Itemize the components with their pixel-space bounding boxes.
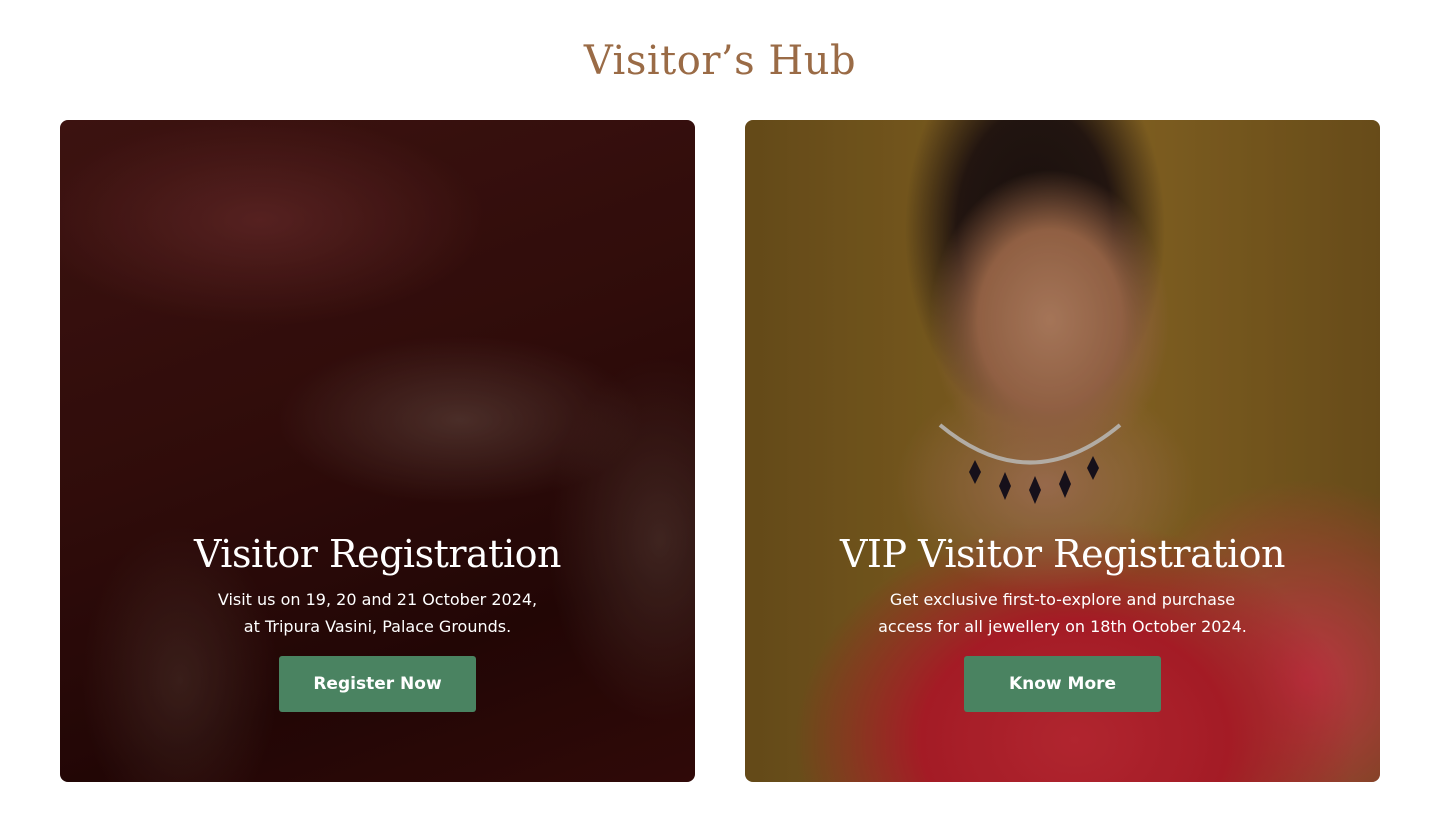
visitors-hub-section: Visitor’s Hub Visitor Registration Visit… (0, 0, 1440, 832)
know-more-button[interactable]: Know More (964, 656, 1161, 712)
card-description-line: Visit us on 19, 20 and 21 October 2024, (217, 590, 538, 609)
card-content: Visitor Registration Visit us on 19, 20 … (60, 530, 695, 712)
card-description: Get exclusive first-to-explore and purch… (833, 586, 1293, 640)
card-heading: Visitor Registration (194, 532, 561, 576)
card-content: VIP Visitor Registration Get exclusive f… (745, 530, 1380, 712)
register-now-button[interactable]: Register Now (279, 656, 476, 712)
card-description: Visit us on 19, 20 and 21 October 2024, … (148, 586, 608, 640)
card-description-line: access for all jewellery on 18th October… (878, 617, 1247, 636)
section-title: Visitor’s Hub (583, 38, 857, 84)
visitor-registration-card: Visitor Registration Visit us on 19, 20 … (60, 120, 695, 782)
card-heading: VIP Visitor Registration (839, 532, 1286, 576)
vip-visitor-registration-card: VIP Visitor Registration Get exclusive f… (745, 120, 1380, 782)
card-description-line: at Tripura Vasini, Palace Grounds. (243, 617, 512, 636)
card-description-line: Get exclusive first-to-explore and purch… (889, 590, 1236, 609)
